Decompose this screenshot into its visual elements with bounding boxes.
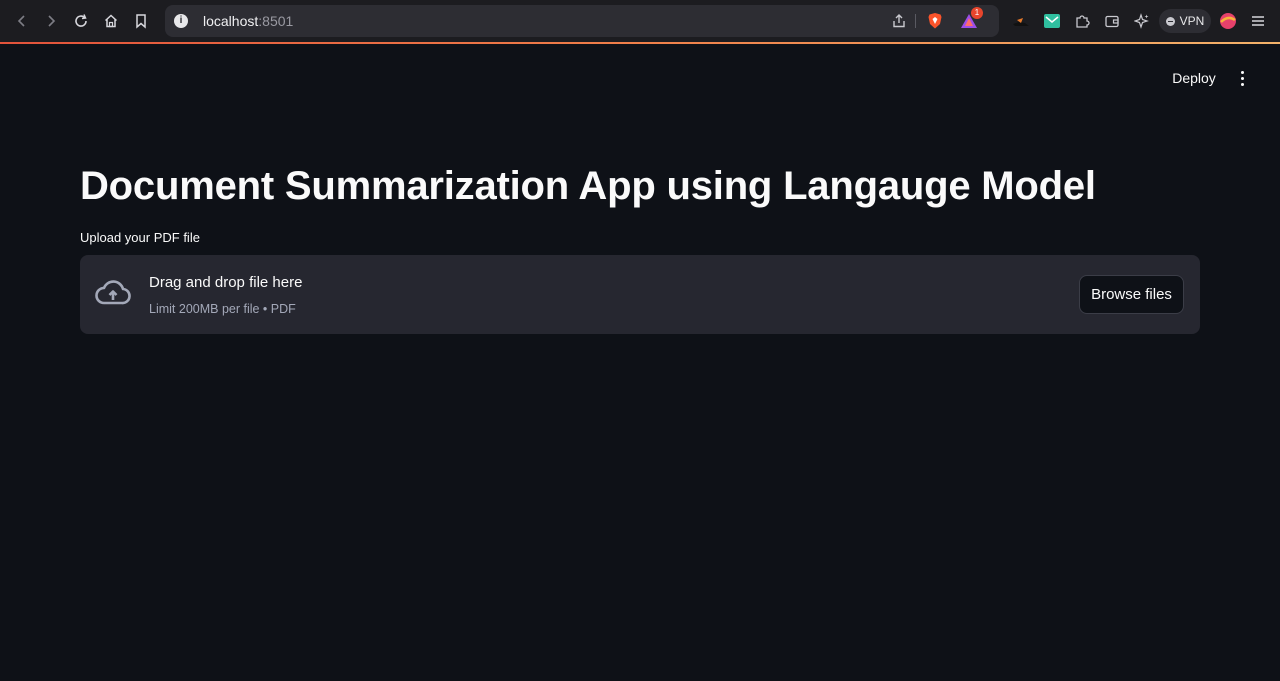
url-text[interactable]: localhost:8501	[203, 13, 293, 29]
browser-toolbar: i localhost:8501 1 VPN	[0, 0, 1280, 42]
share-icon[interactable]	[889, 11, 909, 31]
brave-shield-icon[interactable]	[925, 11, 945, 31]
dropzone-instructions: Drag and drop file here	[149, 274, 303, 291]
leo-extension-icon[interactable]	[1011, 11, 1031, 31]
url-separator	[915, 14, 916, 28]
dropzone-limit-text: Limit 200MB per file • PDF	[149, 302, 296, 316]
bookmark-icon[interactable]	[131, 11, 151, 31]
url-port: :8501	[258, 13, 294, 29]
forward-icon[interactable]	[41, 11, 61, 31]
browser-accent-line	[0, 42, 1280, 44]
file-dropzone[interactable]: Drag and drop file here Limit 200MB per …	[80, 255, 1200, 334]
vpn-button[interactable]: VPN	[1159, 9, 1211, 33]
page-title: Document Summarization App using Langaug…	[80, 164, 1096, 208]
kebab-menu-icon[interactable]	[1232, 68, 1252, 88]
leo-ai-icon[interactable]	[1132, 11, 1152, 31]
mail-extension-icon[interactable]	[1042, 11, 1062, 31]
deploy-button[interactable]: Deploy	[1166, 67, 1222, 89]
profile-icon[interactable]	[1218, 11, 1238, 31]
back-icon[interactable]	[12, 11, 32, 31]
browse-files-button[interactable]: Browse files	[1079, 275, 1184, 314]
address-bar[interactable]: i localhost:8501 1	[165, 5, 999, 37]
vpn-status-icon	[1165, 16, 1175, 26]
url-host: localhost	[203, 13, 259, 29]
wallet-icon[interactable]	[1102, 11, 1122, 31]
file-uploader-label: Upload your PDF file	[80, 230, 200, 245]
cloud-upload-icon	[94, 279, 132, 309]
home-icon[interactable]	[101, 11, 121, 31]
notification-badge: 1	[971, 7, 983, 19]
brave-rewards-icon[interactable]: 1	[959, 7, 983, 31]
extensions-icon[interactable]	[1072, 11, 1092, 31]
reload-icon[interactable]	[71, 11, 91, 31]
menu-icon[interactable]	[1248, 11, 1268, 31]
info-icon[interactable]: i	[174, 14, 188, 28]
vpn-label: VPN	[1179, 14, 1205, 28]
